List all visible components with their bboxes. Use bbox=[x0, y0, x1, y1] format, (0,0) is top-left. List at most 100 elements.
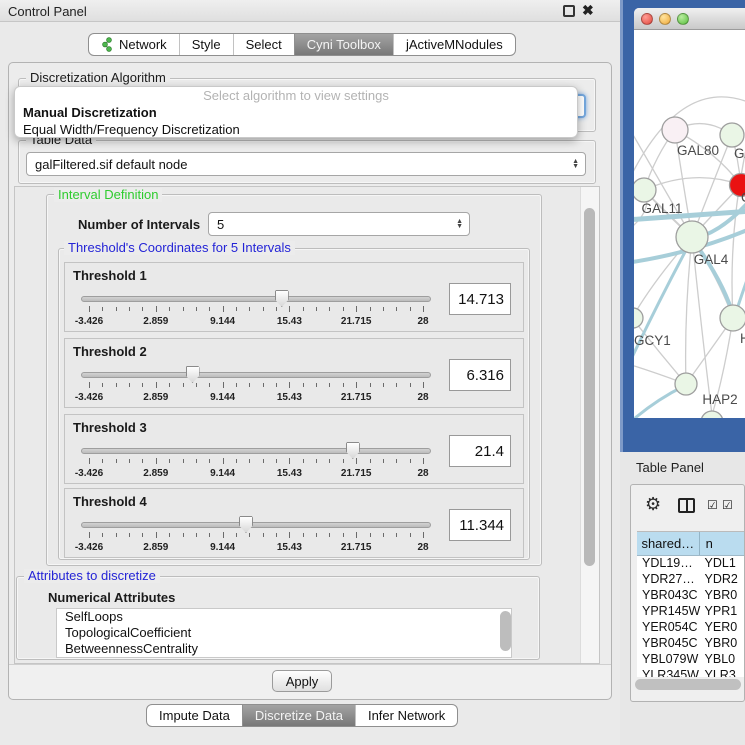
num-intervals-combo[interactable]: 5 ▲▼ bbox=[208, 212, 470, 236]
table-header-row: shared… n bbox=[637, 532, 745, 556]
node-label-partial: H bbox=[740, 331, 745, 346]
slider-tick bbox=[183, 383, 184, 387]
threshold-1-slider[interactable]: -3.4262.8599.14415.4321.71528 bbox=[81, 291, 431, 331]
attribute-list-item[interactable]: BetweennessCentrality bbox=[57, 641, 511, 657]
table-cell-name: YDR2 bbox=[701, 572, 745, 588]
checkbox-checked-icon[interactable]: ☑ bbox=[707, 498, 718, 512]
slider-thumb[interactable] bbox=[275, 290, 289, 307]
table-header-shared-name[interactable]: shared… bbox=[637, 532, 700, 555]
network-node[interactable] bbox=[720, 305, 745, 331]
table-row[interactable]: YER054CYER0 bbox=[637, 620, 745, 636]
close-traffic-light-icon[interactable] bbox=[641, 13, 653, 25]
slider-tick bbox=[223, 382, 224, 388]
network-icon bbox=[101, 37, 114, 52]
zoom-traffic-light-icon[interactable] bbox=[677, 13, 689, 25]
vertical-scrollbar-thumb[interactable] bbox=[584, 208, 595, 566]
tab-select[interactable]: Select bbox=[233, 34, 294, 55]
attributes-list-scrollbar[interactable] bbox=[500, 611, 511, 651]
threshold-3-slider[interactable]: -3.4262.8599.14415.4321.71528 bbox=[81, 443, 431, 483]
threshold-3-label: Threshold 3 bbox=[73, 420, 147, 435]
table-row[interactable]: YBR045CYBR0 bbox=[637, 636, 745, 652]
slider-tick bbox=[303, 533, 304, 537]
slider-tick-label: 21.715 bbox=[341, 392, 372, 403]
table-cell-shared-name: YDL19… bbox=[637, 556, 701, 572]
slider-tick-label: 2.859 bbox=[143, 316, 168, 327]
tab-jactivemnodules[interactable]: jActiveMNodules bbox=[393, 34, 515, 55]
minimize-traffic-light-icon[interactable] bbox=[659, 13, 671, 25]
threshold-3-row: Threshold 3 -3.4262.8599.14415.4321.7152… bbox=[64, 414, 524, 484]
tab-cyni-toolbox[interactable]: Cyni Toolbox bbox=[294, 34, 393, 55]
slider-tick bbox=[196, 533, 197, 537]
slider-tick bbox=[129, 459, 130, 463]
slider-tick bbox=[276, 533, 277, 537]
threshold-1-value-field[interactable] bbox=[449, 283, 511, 315]
network-node[interactable] bbox=[634, 178, 656, 202]
tab-infer-network[interactable]: Infer Network bbox=[355, 705, 457, 726]
threshold-2-slider[interactable]: -3.4262.8599.14415.4321.71528 bbox=[81, 367, 431, 407]
tab-discretize-data[interactable]: Discretize Data bbox=[242, 705, 355, 726]
table-row[interactable]: YPR145WYPR1 bbox=[637, 604, 745, 620]
network-node[interactable] bbox=[675, 373, 697, 395]
slider-tick bbox=[236, 533, 237, 537]
slider-tick bbox=[129, 533, 130, 537]
table-row[interactable]: YLR345WYLR3 bbox=[637, 668, 745, 677]
slider-tick bbox=[423, 532, 424, 538]
checkbox-checked-icon[interactable]: ☑ bbox=[722, 498, 733, 512]
table-row[interactable]: YDL19…YDL1 bbox=[637, 556, 745, 572]
slider-tick-label: 28 bbox=[417, 392, 428, 403]
slider-tick bbox=[263, 459, 264, 463]
slider-tick-label: -3.426 bbox=[75, 542, 103, 553]
slider-tick bbox=[156, 458, 157, 464]
slider-thumb[interactable] bbox=[186, 366, 200, 383]
close-icon[interactable]: ✖ bbox=[582, 2, 594, 19]
attribute-list-item[interactable]: SelfLoops bbox=[57, 609, 511, 625]
slider-tick bbox=[156, 532, 157, 538]
slider-tick bbox=[116, 533, 117, 537]
network-node[interactable] bbox=[634, 308, 643, 328]
slider-tick bbox=[169, 459, 170, 463]
slider-tick bbox=[156, 382, 157, 388]
threshold-4-value-field[interactable] bbox=[449, 509, 511, 541]
network-canvas[interactable]: GAL80 GAL11 GAL4 GCY1 HAP2 GA C H bbox=[634, 30, 745, 418]
slider-tick bbox=[396, 459, 397, 463]
dropdown-option-manual-discretization[interactable]: Manual Discretization bbox=[15, 104, 577, 121]
tab-network[interactable]: Network bbox=[89, 34, 179, 55]
table-header-name[interactable]: n bbox=[700, 532, 745, 555]
threshold-2-value-field[interactable] bbox=[449, 359, 511, 391]
network-node[interactable] bbox=[720, 123, 744, 147]
network-node-gal4[interactable] bbox=[676, 221, 708, 253]
slider-tick bbox=[370, 383, 371, 387]
numerical-attributes-list[interactable]: SelfLoopsTopologicalCoefficientBetweenne… bbox=[56, 608, 512, 658]
table-row[interactable]: YDR27…YDR2 bbox=[637, 572, 745, 588]
node-label-partial: C bbox=[741, 190, 745, 205]
slider-thumb[interactable] bbox=[239, 516, 253, 533]
slider-tick bbox=[316, 533, 317, 537]
slider-tick bbox=[183, 533, 184, 537]
split-columns-icon[interactable] bbox=[678, 498, 695, 513]
slider-tick bbox=[183, 459, 184, 463]
tab-impute-data[interactable]: Impute Data bbox=[147, 705, 242, 726]
slider-tick bbox=[102, 533, 103, 537]
tab-style[interactable]: Style bbox=[179, 34, 233, 55]
table-row[interactable]: YBL079WYBL0 bbox=[637, 652, 745, 668]
slider-tick bbox=[329, 459, 330, 463]
float-window-icon[interactable] bbox=[563, 5, 575, 17]
horizontal-scrollbar-thumb[interactable] bbox=[635, 679, 741, 690]
tab-label: Network bbox=[119, 37, 167, 52]
slider-tick bbox=[169, 383, 170, 387]
apply-button[interactable]: Apply bbox=[272, 670, 332, 692]
slider-tick bbox=[423, 458, 424, 464]
network-node[interactable] bbox=[701, 411, 723, 418]
slider-tick bbox=[102, 459, 103, 463]
attribute-list-item[interactable]: TopologicalCoefficient bbox=[57, 625, 511, 641]
threshold-4-slider[interactable]: -3.4262.8599.14415.4321.71528 bbox=[81, 517, 431, 557]
network-node[interactable] bbox=[662, 117, 688, 143]
dropdown-option-equal-width-frequency-discretization[interactable]: Equal Width/Frequency Discretization bbox=[15, 121, 577, 138]
network-window-titlebar[interactable] bbox=[634, 8, 745, 30]
table-data-combo[interactable]: galFiltered.sif default node ▲▼ bbox=[26, 152, 586, 176]
slider-tick bbox=[116, 459, 117, 463]
gear-icon[interactable]: ⚙ bbox=[645, 495, 661, 513]
slider-thumb[interactable] bbox=[346, 442, 360, 459]
threshold-3-value-field[interactable] bbox=[449, 435, 511, 467]
table-row[interactable]: YBR043CYBR0 bbox=[637, 588, 745, 604]
